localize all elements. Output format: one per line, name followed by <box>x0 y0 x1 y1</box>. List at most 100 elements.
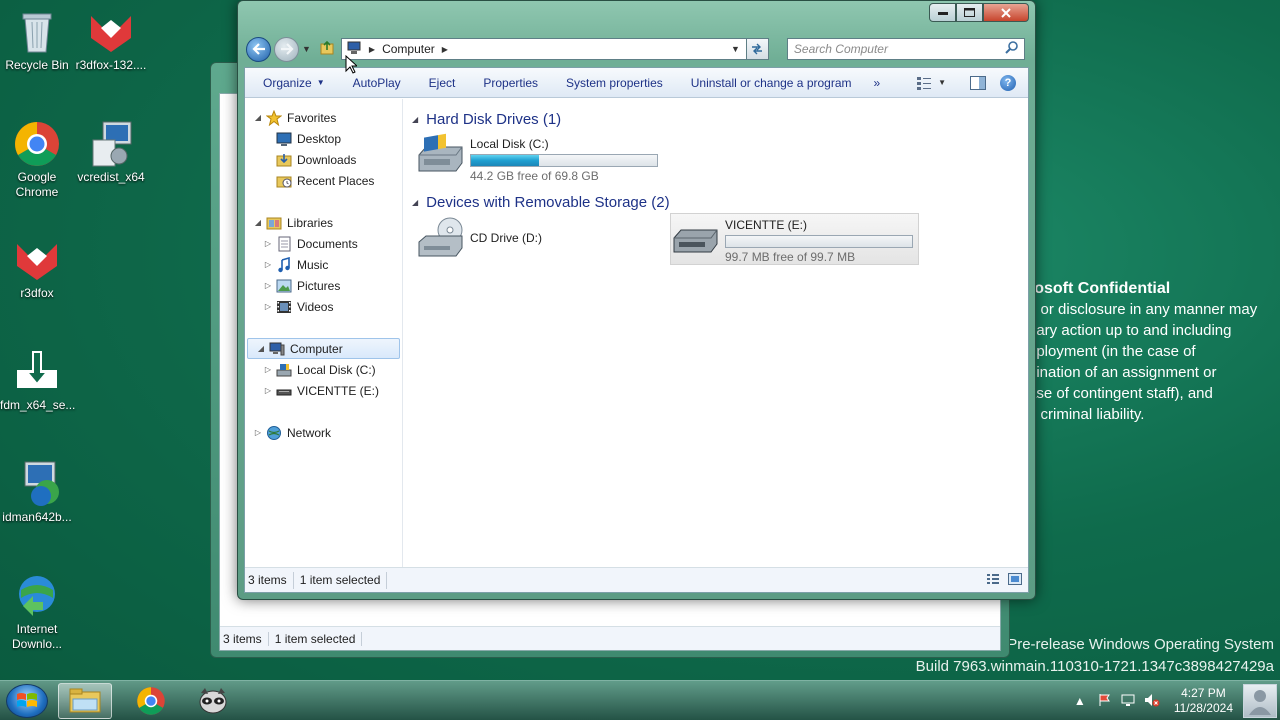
desktop-icon-google-chrome[interactable]: Google Chrome <box>0 120 74 200</box>
maximize-button[interactable] <box>956 3 983 22</box>
tree-label: Network <box>287 425 332 440</box>
collapsed-icon[interactable]: ▷ <box>253 428 263 437</box>
expanded-icon[interactable]: ◢ <box>256 344 266 353</box>
group-header-removable-storage[interactable]: ◢ Devices with Removable Storage (2) <box>412 192 1028 212</box>
explorer-folder-icon <box>69 688 101 713</box>
collapse-group-icon[interactable]: ◢ <box>412 115 418 124</box>
breadcrumb-separator-icon[interactable]: ▶ <box>366 45 378 54</box>
tree-vicentte-e[interactable]: ▷ VICENTTE (E:) <box>245 380 402 401</box>
tree-libraries[interactable]: ◢ Libraries <box>245 212 402 233</box>
desktop-icon-r3dfox[interactable]: r3dfox <box>0 236 74 301</box>
search-icon[interactable] <box>1005 41 1018 57</box>
watermark-line: ase of contingent staff), and <box>1028 385 1213 402</box>
forward-arrow-icon <box>280 43 294 55</box>
expanded-icon[interactable]: ◢ <box>253 113 263 122</box>
view-options-icon <box>917 76 932 90</box>
volume-muted-icon[interactable] <box>1140 693 1164 710</box>
desktop-icon-vcredist[interactable]: vcredist_x64 <box>74 120 148 185</box>
organize-menu-button[interactable]: Organize ▼ <box>245 68 339 97</box>
tree-local-disk-c[interactable]: ▷ Local Disk (C:) <box>245 359 402 380</box>
tree-downloads[interactable]: Downloads <box>245 149 402 170</box>
group-header-hard-disk-drives[interactable]: ◢ Hard Disk Drives (1) <box>412 109 1028 129</box>
view-dropdown-icon[interactable]: ▼ <box>938 78 946 87</box>
up-folder-icon[interactable] <box>319 40 335 59</box>
status-selection: 1 item selected <box>269 631 363 646</box>
taskbar-chrome-button[interactable] <box>124 683 178 719</box>
show-hidden-icons-icon[interactable]: ▲ <box>1068 694 1092 708</box>
watermark-line: nination of an assignment or <box>1028 364 1217 381</box>
status-item-count: 3 items <box>220 631 269 646</box>
collapsed-icon[interactable]: ▷ <box>263 281 273 290</box>
forward-button[interactable] <box>274 36 299 62</box>
back-button[interactable] <box>246 36 271 62</box>
show-desktop-user-tile[interactable] <box>1243 684 1277 718</box>
taskbar-explorer-button[interactable] <box>58 683 112 719</box>
address-bar[interactable]: ▶ Computer ▶ ▼ <box>340 38 747 60</box>
organize-label: Organize <box>263 75 312 90</box>
desktop-icon-label: vcredist_x64 <box>77 170 145 184</box>
drive-free-space: 44.2 GB free of 69.8 GB <box>470 169 599 183</box>
drive-local-disk-c[interactable]: Local Disk (C:) 44.2 GB free of 69.8 GB <box>416 133 661 185</box>
desktop-icon-label: idman642b... <box>2 510 72 524</box>
desktop-icon-r3dfox-installer[interactable]: r3dfox-132.... <box>74 8 148 73</box>
drive-free-space: 99.7 MB free of 99.7 MB <box>725 250 856 264</box>
collapsed-icon[interactable]: ▷ <box>263 365 273 374</box>
videos-icon <box>276 299 292 315</box>
taskbar-raccoon-app-button[interactable] <box>186 683 240 719</box>
tree-documents[interactable]: ▷ Documents <box>245 233 402 254</box>
drive-info: VICENTTE (E:) 99.7 MB free of 99.7 MB <box>725 214 913 264</box>
background-status-bar: 3 items 1 item selected <box>220 626 1000 650</box>
large-icons-view-icon[interactable] <box>1008 572 1022 588</box>
drive-vicentte-e[interactable]: VICENTTE (E:) 99.7 MB free of 99.7 MB <box>670 213 919 265</box>
collapsed-icon[interactable]: ▷ <box>263 260 273 269</box>
uninstall-program-button[interactable]: Uninstall or change a program <box>677 68 866 97</box>
more-commands-button[interactable]: » <box>866 68 889 97</box>
tree-label: Documents <box>297 236 358 251</box>
properties-button[interactable]: Properties <box>469 68 552 97</box>
collapsed-icon[interactable]: ▷ <box>263 386 273 395</box>
expanded-icon[interactable]: ◢ <box>253 218 263 227</box>
preview-pane-button[interactable] <box>964 75 992 90</box>
tree-label: Computer <box>290 341 343 356</box>
recent-pages-dropdown[interactable]: ▼ <box>302 44 311 54</box>
watermark-line: nary action up to and including <box>1028 322 1232 339</box>
desktop-icon-recycle-bin[interactable]: Recycle Bin <box>0 8 74 73</box>
tree-recent-places[interactable]: Recent Places <box>245 170 402 191</box>
drive-cd-d[interactable]: CD Drive (D:) <box>416 216 661 268</box>
address-history-dropdown[interactable]: ▼ <box>725 44 746 54</box>
collapse-group-icon[interactable]: ◢ <box>412 198 418 207</box>
tree-videos[interactable]: ▷ Videos <box>245 296 402 317</box>
action-center-flag-icon[interactable] <box>1092 693 1116 710</box>
explorer-window[interactable]: ▼ ▶ Computer ▶ ▼ Search Computer Organiz… <box>237 0 1036 600</box>
network-tray-icon[interactable] <box>1116 693 1140 710</box>
minimize-button[interactable] <box>929 3 956 22</box>
taskbar-clock[interactable]: 4:27 PM 11/28/2024 <box>1174 686 1233 716</box>
tree-network[interactable]: ▷ Network <box>245 422 402 443</box>
tree-computer[interactable]: ◢ Computer <box>247 338 400 359</box>
help-button[interactable]: ? <box>1000 74 1016 91</box>
start-button[interactable] <box>6 684 48 718</box>
system-properties-button[interactable]: System properties <box>552 68 677 97</box>
tree-desktop[interactable]: Desktop <box>245 128 402 149</box>
group-header-label: Devices with Removable Storage (2) <box>426 193 670 211</box>
desktop-icon-idman-installer[interactable]: idman642b... <box>0 460 74 525</box>
refresh-button[interactable] <box>746 38 769 60</box>
clock-date: 11/28/2024 <box>1173 701 1233 715</box>
desktop-icon-fdm[interactable]: fdm_x64_se... <box>0 348 75 413</box>
desktop-icon-internet-download-manager[interactable]: Internet Downlo... <box>0 572 74 652</box>
close-button[interactable] <box>983 3 1029 22</box>
breadcrumb-computer[interactable]: Computer <box>378 42 439 56</box>
network-icon <box>266 425 282 441</box>
eject-button[interactable]: Eject <box>415 68 470 97</box>
drive-usage-bar <box>470 154 658 167</box>
breadcrumb-separator-icon[interactable]: ▶ <box>439 45 451 54</box>
details-view-icon[interactable] <box>986 573 1000 588</box>
tree-music[interactable]: ▷ Music <box>245 254 402 275</box>
tree-favorites[interactable]: ◢ Favorites <box>245 107 402 128</box>
collapsed-icon[interactable]: ▷ <box>263 239 273 248</box>
change-view-button[interactable] <box>910 76 938 90</box>
tree-pictures[interactable]: ▷ Pictures <box>245 275 402 296</box>
watermark-line: e or disclosure in any manner may <box>1028 301 1258 318</box>
search-input[interactable]: Search Computer <box>786 38 1025 60</box>
collapsed-icon[interactable]: ▷ <box>263 302 273 311</box>
